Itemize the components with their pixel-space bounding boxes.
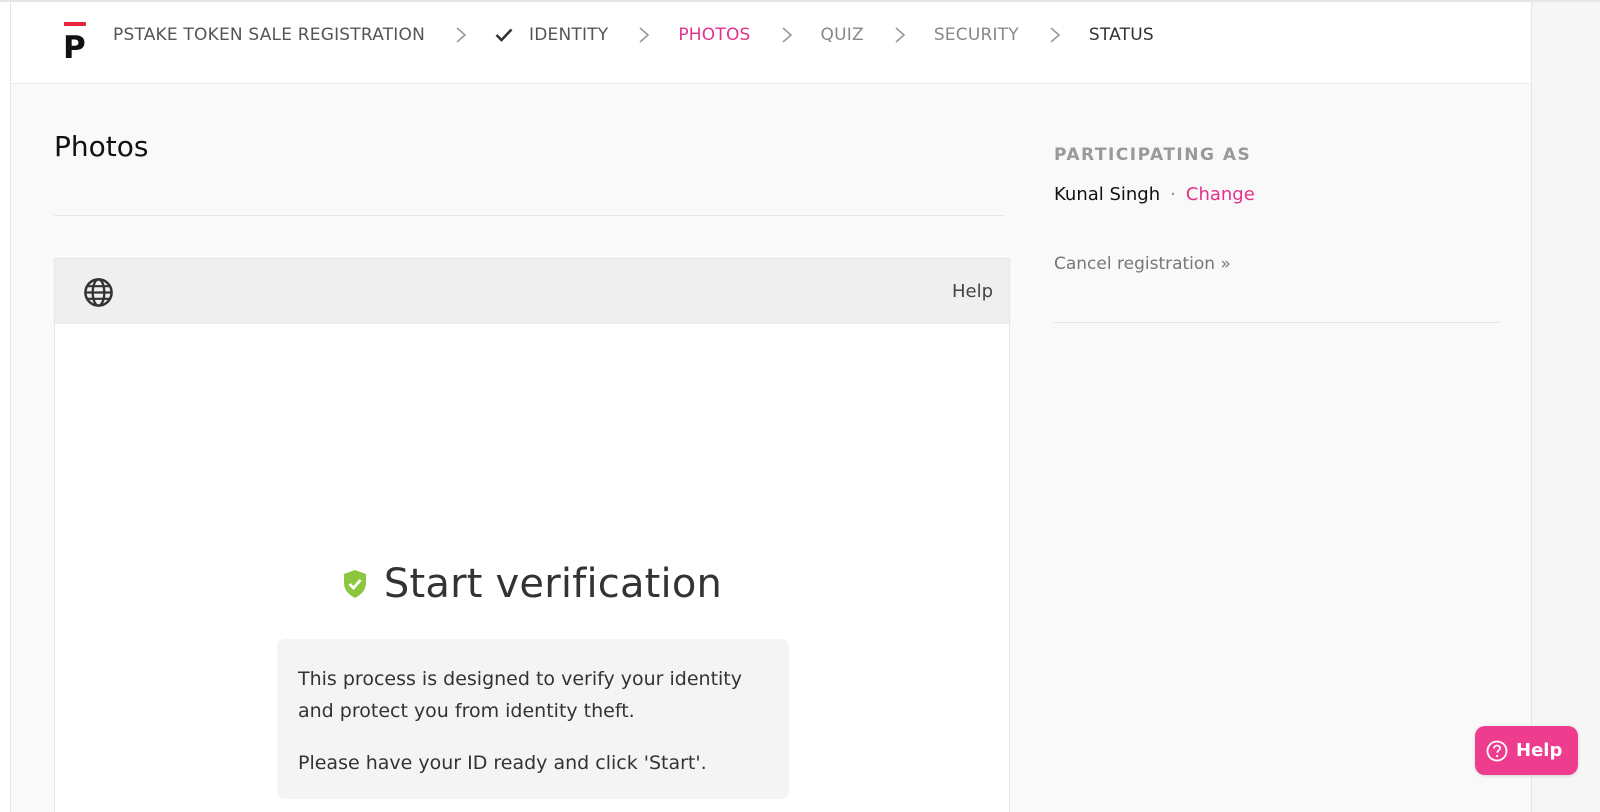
step-quiz: QUIZ [820, 25, 864, 45]
cancel-registration-link[interactable]: Cancel registration » [1054, 254, 1231, 274]
verification-title: Start verification [383, 561, 723, 607]
step-breadcrumb: PSTAKE TOKEN SALE REGISTRATION IDENTITY … [113, 2, 1154, 68]
globe-icon[interactable] [83, 277, 114, 308]
verification-widget: Help Start verification This process is … [54, 258, 1010, 812]
step-photos[interactable]: PHOTOS [678, 25, 750, 45]
shield-check-icon [343, 570, 366, 598]
help-fab-button[interactable]: Help [1475, 726, 1578, 775]
step-status[interactable]: STATUS [1089, 25, 1154, 45]
chevron-right-icon [639, 27, 650, 43]
separator-dot: · [1170, 184, 1176, 205]
right-gutter [1532, 2, 1600, 812]
page: P PSTAKE TOKEN SALE REGISTRATION IDENTIT… [10, 2, 1532, 812]
step-title: PSTAKE TOKEN SALE REGISTRATION [113, 25, 425, 45]
instructions-text: This process is designed to verify your … [298, 668, 742, 722]
page-title: Photos [54, 130, 149, 163]
sidebar-divider [1054, 322, 1500, 323]
title-divider [54, 215, 1004, 216]
chevron-right-icon [781, 27, 792, 43]
registration-header: P PSTAKE TOKEN SALE REGISTRATION IDENTIT… [11, 2, 1531, 84]
instructions-box: This process is designed to verify your … [277, 639, 789, 799]
instructions-id-text: Please have your ID ready and click 'Sta… [298, 752, 707, 774]
widget-toolbar: Help [55, 259, 1009, 324]
participant-row: Kunal Singh · Change [1054, 184, 1255, 205]
participating-as-heading: PARTICIPATING AS [1054, 145, 1252, 165]
chevron-right-icon [895, 27, 906, 43]
step-security: SECURITY [933, 25, 1019, 45]
svg-text:P: P [63, 30, 86, 60]
widget-help-link[interactable]: Help [952, 281, 993, 302]
help-fab-label: Help [1516, 740, 1563, 761]
participant-name: Kunal Singh [1054, 184, 1161, 205]
chevron-right-icon [1050, 27, 1061, 43]
verification-heading: Start verification [55, 561, 1009, 607]
step-identity-label: IDENTITY [529, 25, 609, 45]
pstake-logo: P [63, 22, 86, 60]
step-identity[interactable]: IDENTITY [495, 25, 608, 45]
check-icon [495, 28, 513, 42]
change-participant-link[interactable]: Change [1186, 184, 1255, 205]
question-circle-icon [1486, 740, 1508, 761]
chevron-right-icon [456, 27, 467, 43]
